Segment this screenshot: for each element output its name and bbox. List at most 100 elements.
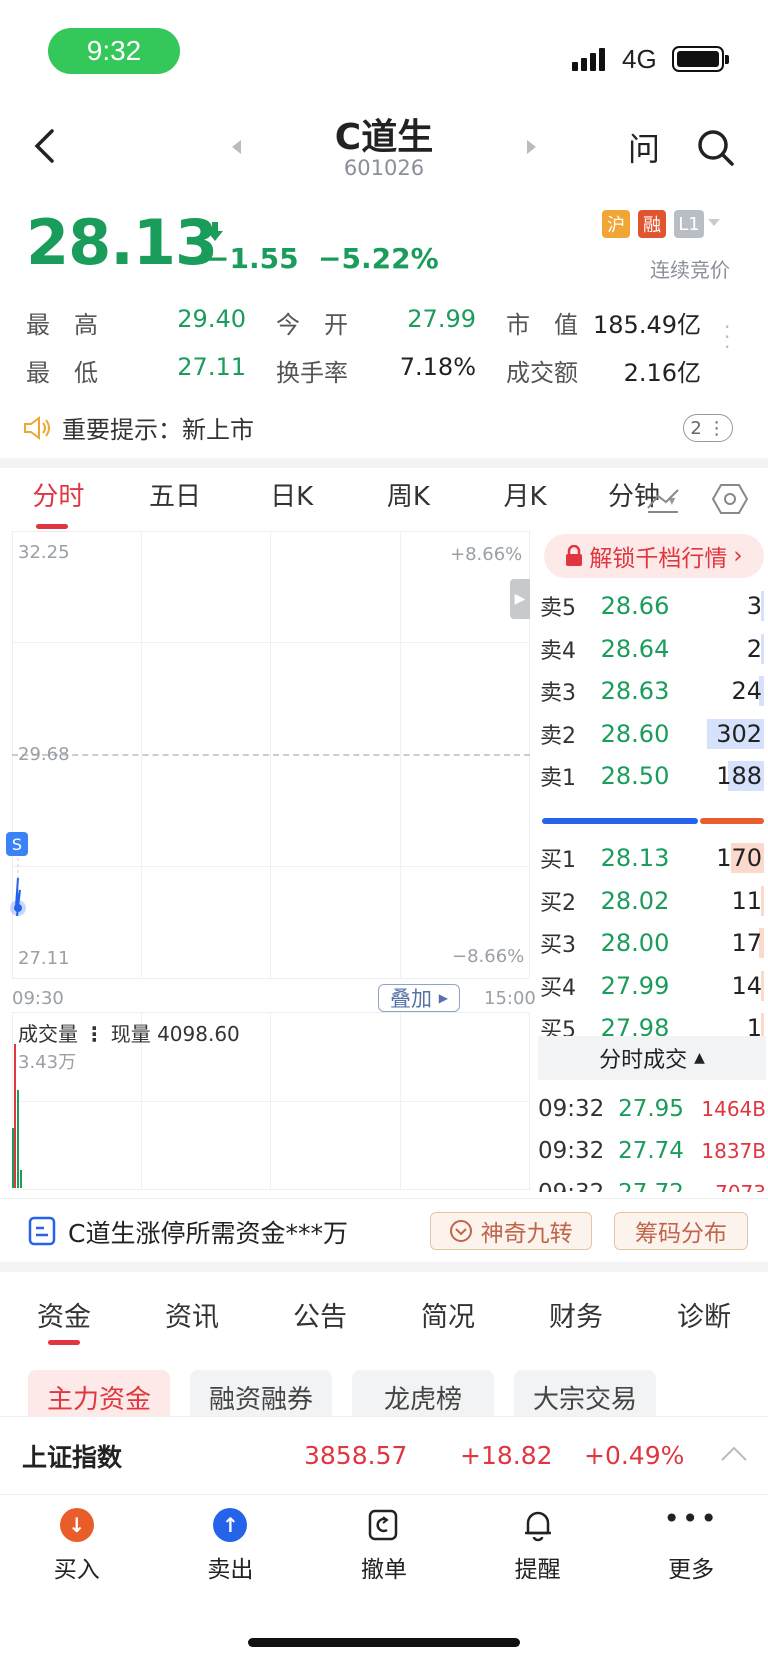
bid-level-qty: 17 [731, 929, 762, 957]
stats-grid: 最 高 29.40 今 开 27.99 市 值 185.49亿 最 低 27.11 换手… [26, 304, 701, 387]
bid-level-3[interactable]: 买3 28.00 17 [540, 921, 764, 965]
ask-level-2[interactable]: 卖4 28.64 2 [540, 627, 764, 671]
bid-level-qty: 11 [731, 886, 762, 915]
bid-level-label: 买1 [540, 848, 576, 873]
tab-5day[interactable]: 五日 [117, 476, 234, 513]
tag-sh: 沪 [602, 210, 630, 238]
tick-trade-row: 09:3227.727073 [538, 1172, 766, 1192]
tab-weekly-k[interactable]: 周K [350, 476, 467, 513]
ask-level-5[interactable]: 卖1 28.50 188 [540, 754, 764, 798]
bell-icon [524, 1511, 551, 1542]
ask-level-3[interactable]: 卖3 28.63 24 [540, 669, 764, 713]
chip-distribution-button[interactable]: 筹码分布 [614, 1212, 748, 1250]
info-tab-underline [48, 1340, 80, 1345]
settings-icon[interactable] [712, 482, 748, 516]
nav-cancel-label: 撤单 [360, 1557, 407, 1583]
ask-level-qty: 302 [716, 719, 762, 748]
tab-news[interactable]: 资讯 [128, 1295, 256, 1334]
nav-sell-label: 卖出 [207, 1557, 254, 1583]
bid-level-2[interactable]: 买2 28.02 11 [540, 879, 764, 923]
overlay-button[interactable]: 叠加 ▶ [378, 984, 460, 1012]
tick-price: 27.72 [612, 1180, 690, 1192]
nav-sell[interactable]: ↑ 卖出 [154, 1508, 308, 1584]
unlock-depth-button[interactable]: 解锁千档行情 › [544, 534, 764, 578]
lock-icon [566, 545, 583, 566]
level-dropdown-icon[interactable] [708, 219, 720, 226]
chart-tabs: 分时 五日 日K 周K 月K 分钟 ▾ [0, 476, 700, 513]
nav-buy[interactable]: ↓ 买入 [0, 1508, 154, 1584]
sell-marker-badge[interactable]: S [6, 832, 28, 856]
next-stock-icon[interactable] [527, 140, 536, 154]
tab-minute[interactable]: 分钟 ▾ [583, 476, 700, 513]
divider [0, 458, 768, 468]
sell-arrow-icon: ↑ [213, 1508, 248, 1542]
cancel-order-icon [368, 1509, 398, 1541]
nav-buy-label: 买入 [53, 1557, 100, 1583]
divider [0, 1198, 768, 1199]
ask-level-label: 卖4 [540, 638, 576, 664]
ask-level-4[interactable]: 卖2 28.60 302 [540, 712, 764, 756]
bid-level-label: 买5 [540, 1018, 576, 1036]
expand-orderbook-icon[interactable]: ▶ [510, 579, 530, 619]
tick-trade-row: 09:32 27.74 1837B [538, 1130, 766, 1172]
bid-level-price: 28.02 [600, 886, 670, 915]
more-stats-icon[interactable]: · · · [724, 317, 730, 357]
ask-level-price: 28.50 [600, 762, 670, 790]
ask-level-label: 卖1 [540, 766, 576, 791]
volume-bar [14, 1044, 16, 1188]
ask-level-price: 28.64 [600, 634, 670, 663]
ask-level-qty: 3 [746, 592, 762, 620]
tag-level[interactable]: L1 [674, 210, 704, 238]
indicator-icon[interactable] [646, 484, 680, 514]
tag-margin: 融 [638, 210, 666, 238]
tab-financials[interactable]: 财务 [512, 1295, 640, 1334]
magic-nine-button[interactable]: 神奇九转 [430, 1212, 592, 1250]
index-ticker-bar[interactable]: 上证指数 3858.57 +18.82 +0.49% [0, 1416, 768, 1494]
bid-level-5[interactable]: 买5 27.98 1 [540, 1006, 764, 1036]
notice-bar[interactable]: 重要提示：新上市 [22, 410, 254, 445]
tab-funds[interactable]: 资金 [0, 1295, 128, 1334]
tab-announcements[interactable]: 公告 [256, 1295, 384, 1334]
nav-more[interactable]: ••• 更多 [614, 1505, 768, 1584]
ask-level-qty: 2 [746, 634, 762, 663]
price-change: −1.55 −5.22% [206, 242, 439, 275]
ask-button[interactable]: 问 [628, 124, 660, 170]
tab-intraday[interactable]: 分时 [0, 476, 117, 513]
y-axis-bottom: 27.11 [18, 948, 70, 969]
notice-count-badge[interactable]: 2 ⋮ [683, 414, 733, 442]
index-change-pct: +0.49% [584, 1441, 685, 1470]
tab-profile[interactable]: 简况 [384, 1295, 512, 1334]
tick-volume: 1837B [701, 1139, 766, 1163]
tick-volume: 7073 [690, 1181, 766, 1192]
tick-time: 09:32 [538, 1138, 605, 1164]
ask-level-price: 28.63 [600, 677, 670, 705]
last-price: 28.13 [26, 206, 218, 279]
bottom-nav: ↓ 买入 ↑ 卖出 撤单 提醒 ••• 更多 [0, 1505, 768, 1584]
grid-line [12, 1101, 530, 1102]
notice-text: 重要提示：新上市 [62, 416, 254, 444]
ask-level-1[interactable]: 卖5 28.66 3 [540, 584, 764, 628]
tab-daily-k[interactable]: 日K [233, 476, 350, 513]
bid-strength-bar [700, 818, 764, 824]
limit-up-funds-text[interactable]: C道生涨停所需资金***万 [68, 1214, 348, 1250]
ask-level-price: 28.60 [600, 719, 670, 748]
y-axis-mid: 29.68 [18, 744, 70, 765]
chevron-up-icon[interactable] [720, 1445, 748, 1463]
nav-cancel[interactable]: 撤单 [307, 1508, 461, 1584]
ask-level-label: 卖5 [540, 596, 576, 621]
trade-status: 连续竞价 [650, 258, 730, 282]
bid-level-4[interactable]: 买4 27.99 14 [540, 964, 764, 1008]
tab-diagnosis[interactable]: 诊断 [640, 1295, 768, 1334]
volume-header[interactable]: 成交量 ⋮ 现量 4098.60 [18, 1018, 240, 1047]
volume-max: 3.43万 [18, 1052, 77, 1073]
ask-level-label: 卖2 [540, 723, 576, 749]
bid-level-1[interactable]: 买1 28.13 170 [540, 836, 764, 880]
nav-alert[interactable]: 提醒 [461, 1508, 615, 1584]
bid-level-price: 28.00 [600, 929, 670, 957]
search-icon[interactable] [696, 128, 736, 168]
tick-price: 27.95 [618, 1096, 684, 1122]
tab-monthly-k[interactable]: 月K [467, 476, 584, 513]
prev-close-line [12, 754, 530, 756]
tick-trades-header[interactable]: 分时成交 ▲ [538, 1036, 766, 1080]
nav-more-label: 更多 [668, 1557, 715, 1583]
